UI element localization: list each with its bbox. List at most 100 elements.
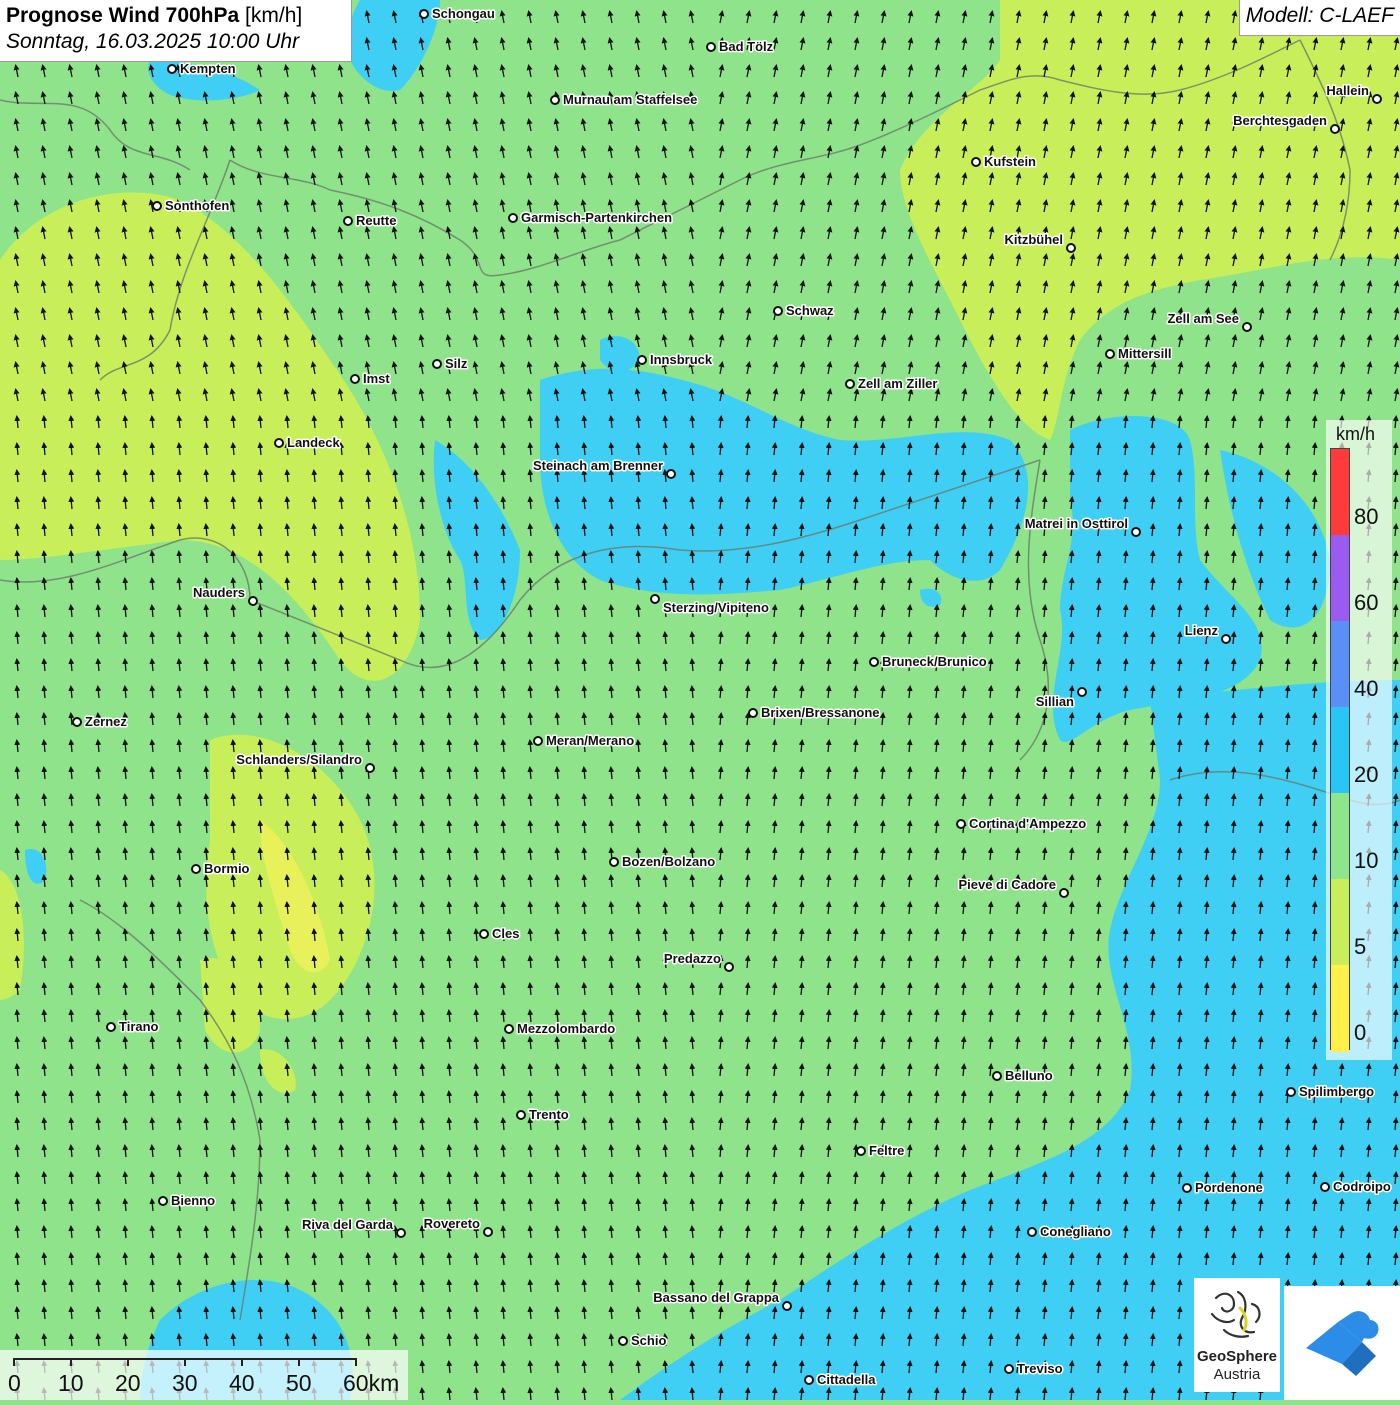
city-dot <box>773 306 783 316</box>
city-dot <box>956 819 966 829</box>
city-label: Riva del Garda <box>302 1217 394 1232</box>
city-dot <box>72 717 82 727</box>
forecast-datetime: Sonntag, 16.03.2025 10:00 Uhr <box>6 30 300 53</box>
city-label: Zell am See <box>1167 311 1239 326</box>
city-label: Garmisch-Partenkirchen <box>521 210 672 225</box>
scale-label: 40 <box>229 1370 255 1396</box>
city-dot <box>396 1228 406 1238</box>
legend-tick-label: 20 <box>1354 762 1379 787</box>
city-marker: Meran/Merano <box>533 732 636 750</box>
city-dot <box>1059 888 1069 898</box>
city-dot <box>106 1022 116 1032</box>
city-dot <box>804 1375 814 1385</box>
city-label: Bienno <box>171 1193 215 1208</box>
city-dot <box>650 594 660 604</box>
city-label: Sterzing/Vipiteno <box>663 600 769 615</box>
city-dot <box>1077 687 1087 697</box>
scale-tick <box>127 1358 129 1366</box>
city-label: Bruneck/Brunico <box>882 654 987 669</box>
scale-label: 30 <box>172 1370 198 1396</box>
city-dot <box>483 1227 493 1237</box>
legend-tick-label: 60 <box>1354 590 1379 615</box>
city-label: Predazzo <box>664 951 721 966</box>
city-label: Mezzolombardo <box>517 1021 615 1036</box>
city-label: Spilimbergo <box>1299 1084 1374 1099</box>
city-label: Bassano del Grappa <box>653 1290 779 1305</box>
city-dot <box>992 1071 1002 1081</box>
city-label: Schongau <box>432 6 495 21</box>
city-label: Treviso <box>1017 1361 1063 1376</box>
city-dot <box>748 708 758 718</box>
city-label: Nauders <box>193 585 245 600</box>
city-dot <box>1004 1364 1014 1374</box>
scale-bar: 0 10 20 30 40 50 60km <box>0 1350 408 1400</box>
city-dot <box>869 657 879 667</box>
scale-tick <box>184 1358 186 1366</box>
city-dot <box>365 763 375 773</box>
city-marker: Conegliano <box>1027 1223 1112 1241</box>
city-label: Sonthofen <box>165 198 229 213</box>
city-dot <box>971 157 981 167</box>
city-marker: Schongau <box>419 5 496 23</box>
geosphere-logo-icon <box>1210 1290 1261 1338</box>
city-dot <box>1182 1183 1192 1193</box>
city-label: Kempten <box>180 61 236 76</box>
city-label: Kufstein <box>984 154 1036 169</box>
city-dot <box>782 1301 792 1311</box>
city-dot <box>1027 1227 1037 1237</box>
city-marker: Brixen/Bressanone <box>748 704 881 722</box>
scale-tick <box>355 1358 357 1366</box>
city-dot <box>724 962 734 972</box>
legend-tick-label: 40 <box>1354 676 1379 701</box>
geosphere-logo-text: GeoSphere <box>1196 1348 1278 1365</box>
city-label: Cortina d'Ampezzo <box>969 816 1086 831</box>
legend-color-segment <box>1331 449 1349 536</box>
city-label: Brixen/Bressanone <box>761 705 880 720</box>
city-label: Matrei in Osttirol <box>1025 516 1128 531</box>
city-marker: Sonthofen <box>152 197 231 215</box>
city-label: Sillian <box>1036 694 1074 709</box>
city-dot <box>248 596 258 606</box>
city-dot <box>533 736 543 746</box>
city-label: Kitzbühel <box>1005 232 1064 247</box>
city-marker: Bozen/Bolzano <box>609 853 717 871</box>
city-dot <box>343 216 353 226</box>
scale-label: 60km <box>343 1370 400 1396</box>
legend-color-segment <box>1331 707 1349 794</box>
scale-label: 0 <box>8 1370 21 1396</box>
city-dot <box>1105 349 1115 359</box>
model-label: Modell: C-LAEF <box>1238 0 1400 36</box>
city-dot <box>274 438 284 448</box>
weather-app-logo[interactable] <box>1284 1286 1400 1400</box>
city-dot <box>845 379 855 389</box>
city-label: Schwaz <box>786 303 834 318</box>
city-marker: Murnau am Staffelsee <box>550 91 699 109</box>
legend-tick-label: 80 <box>1354 504 1379 529</box>
scale-label: 50 <box>286 1370 312 1396</box>
legend-color-segment <box>1331 535 1349 622</box>
city-label: Mittersill <box>1118 346 1171 361</box>
legend-unit: km/h <box>1336 424 1376 444</box>
city-label: Tirano <box>119 1019 159 1034</box>
scale-tick <box>298 1358 300 1366</box>
city-label: Innsbruck <box>650 352 713 367</box>
city-label: Codroipo <box>1333 1179 1391 1194</box>
scale-label: 10 <box>58 1370 84 1396</box>
city-dot <box>432 359 442 369</box>
city-label: Berchtesgaden <box>1233 113 1327 128</box>
city-dot <box>1330 124 1340 134</box>
city-label: Zell am Ziller <box>858 376 937 391</box>
legend-tick-label: 0 <box>1354 1020 1367 1045</box>
city-label: Zernez <box>85 714 127 729</box>
scale-label: 20 <box>115 1370 141 1396</box>
city-label: Meran/Merano <box>546 733 634 748</box>
legend-color-segment <box>1331 965 1349 1052</box>
city-dot <box>609 857 619 867</box>
city-label: Silz <box>445 356 468 371</box>
color-legend: km/h 80 60 40 20 10 5 0 <box>1326 420 1392 1060</box>
city-dot <box>550 95 560 105</box>
city-dot <box>508 213 518 223</box>
city-label: Reutte <box>356 213 396 228</box>
city-label: Bormio <box>204 861 250 876</box>
geosphere-logo[interactable]: GeoSphere Austria <box>1194 1278 1280 1392</box>
